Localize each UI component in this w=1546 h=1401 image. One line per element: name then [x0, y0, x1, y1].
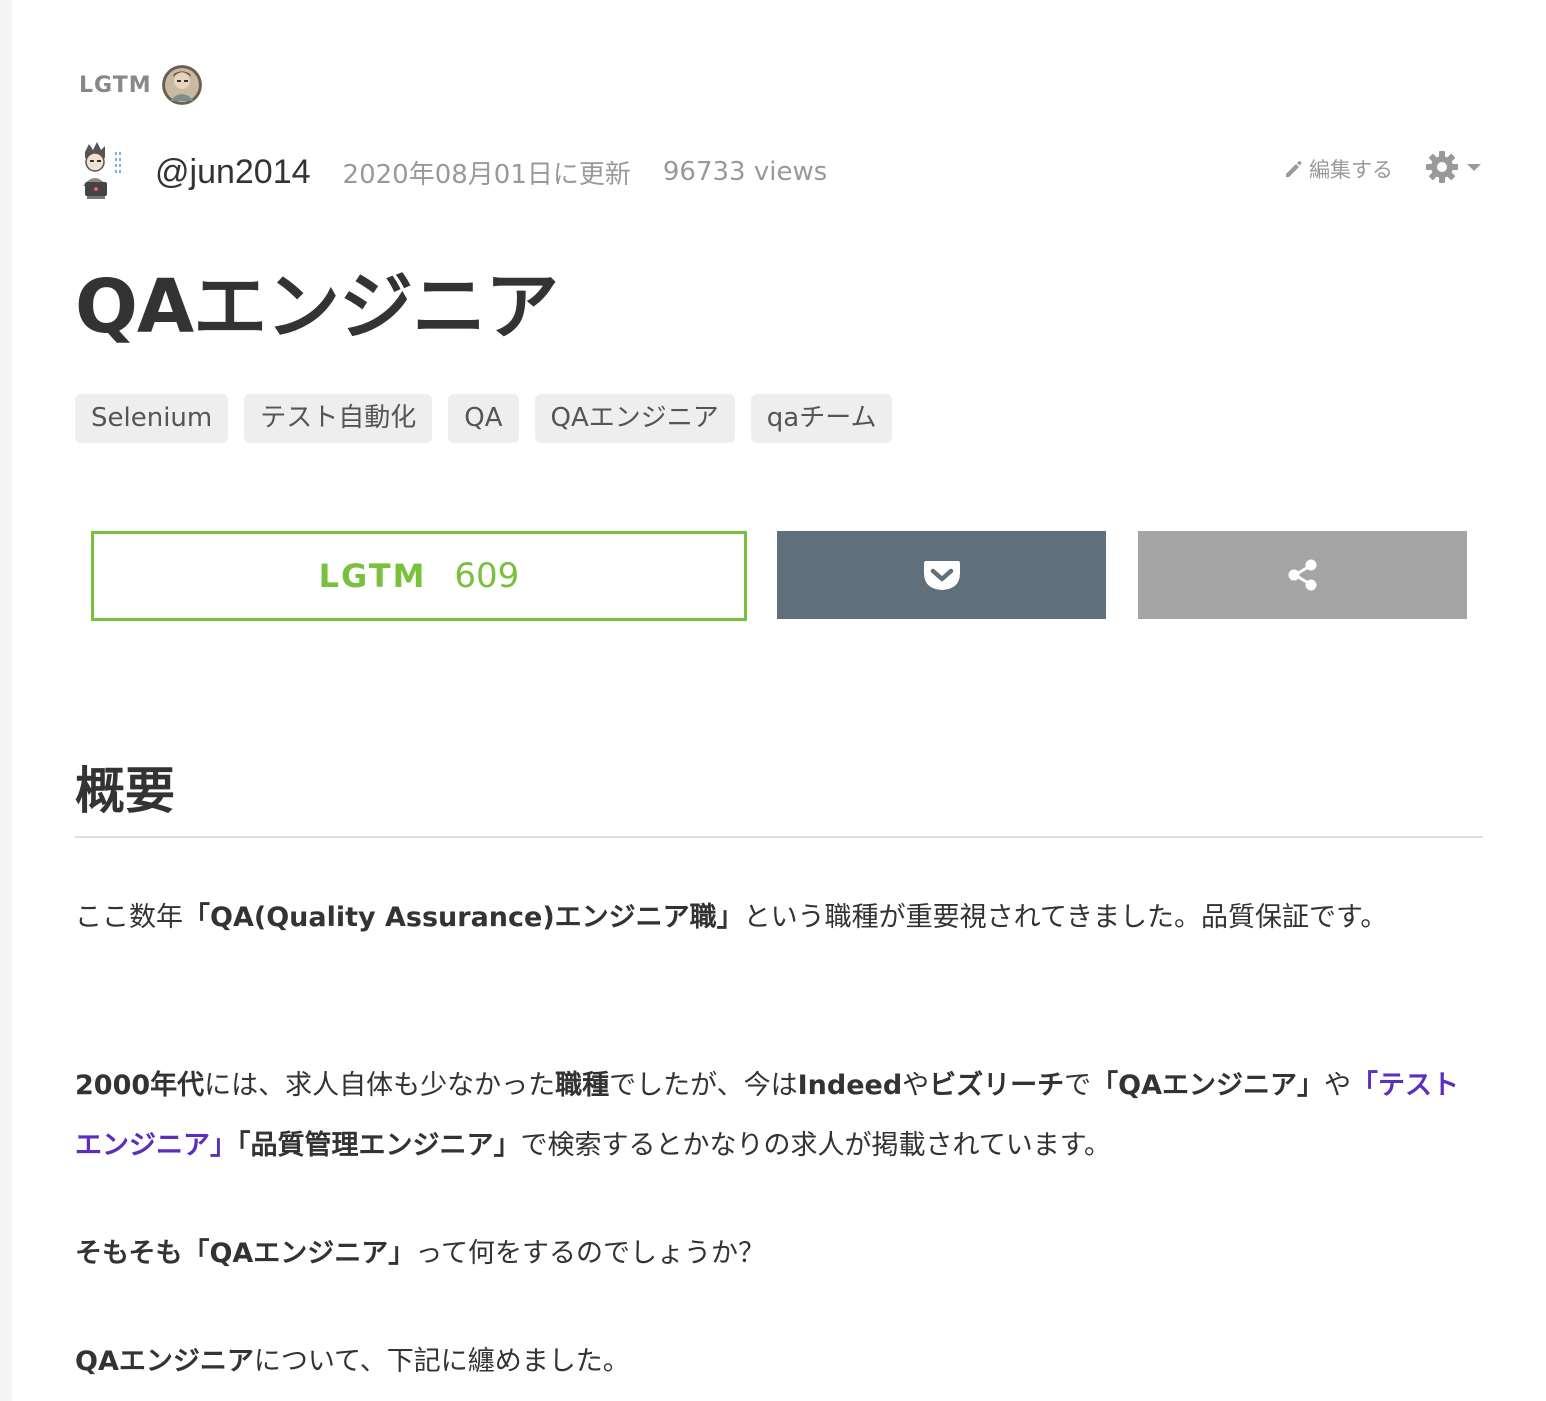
- lgtm-users-strip: LGTM: [79, 64, 202, 106]
- lgtm-button-label: LGTM: [318, 557, 427, 595]
- text-span: について、下記に纏めました。: [253, 1346, 630, 1377]
- view-count: 96733 views: [662, 157, 828, 187]
- settings-menu-button[interactable]: [1425, 150, 1483, 184]
- pocket-icon: [923, 561, 960, 590]
- bold-text: ビズリーチ: [929, 1070, 1065, 1101]
- text-span: って何をするのでしょうか？: [415, 1238, 765, 1269]
- bold-text: QAエンジニア: [75, 1346, 254, 1377]
- tag-list: Selenium テスト自動化 QA QAエンジニア qaチーム: [75, 394, 893, 443]
- paragraph-job-market: 2000年代には、求人自体も少なかった職種でしたが、今はIndeedやビズリーチ…: [75, 1056, 1483, 1176]
- article-page: LGTM @jun2014 2020年08月01日に更新 96733 views…: [12, 0, 1546, 1401]
- lgtm-button[interactable]: LGTM 609: [91, 531, 747, 621]
- text-span: や: [1324, 1070, 1352, 1101]
- caret-down-icon: [1467, 164, 1481, 171]
- text-span: ここ数年: [75, 902, 183, 933]
- tag-qa-engineer[interactable]: QAエンジニア: [534, 394, 735, 443]
- updated-date: 2020年08月01日に更新: [342, 159, 631, 190]
- tag-selenium[interactable]: Selenium: [75, 394, 229, 443]
- lgtm-users-label: LGTM: [79, 72, 152, 98]
- text-span: で検索するとかなりの求人が掲載されています。: [520, 1130, 1112, 1161]
- lgtm-count: 609: [454, 556, 520, 596]
- bold-text: 職種: [555, 1070, 610, 1101]
- article-content: LGTM @jun2014 2020年08月01日に更新 96733 views…: [75, 0, 1483, 1401]
- pencil-icon: [1286, 161, 1302, 177]
- paragraph-question: そもそも「QAエンジニア」って何をするのでしょうか？: [75, 1224, 1483, 1284]
- tag-test-automation[interactable]: テスト自動化: [244, 394, 433, 443]
- edit-button-label: 編集する: [1309, 158, 1393, 182]
- lgtm-user-avatar[interactable]: [161, 65, 202, 105]
- bold-text: 2000年代: [75, 1070, 205, 1101]
- author-avatar[interactable]: [75, 142, 131, 202]
- author-row: @jun2014 2020年08月01日に更新 96733 views 編集する: [75, 142, 1483, 202]
- edit-button[interactable]: 編集する: [1283, 154, 1393, 184]
- bold-text: 「QAエンジニア」: [1091, 1070, 1325, 1101]
- tag-qa-team[interactable]: qaチーム: [750, 394, 893, 443]
- text-span: や: [902, 1070, 930, 1101]
- text-span: でしたが、今は: [609, 1070, 798, 1101]
- paragraph-intro: ここ数年「QA(Quality Assurance)エンジニア職」という職種が重…: [75, 888, 1435, 948]
- pocket-button[interactable]: [777, 531, 1106, 619]
- text-span: には、求人自体も少なかった: [204, 1070, 556, 1101]
- bold-text: Indeed: [797, 1070, 903, 1101]
- section-heading-overview: 概要: [75, 758, 1483, 838]
- share-button[interactable]: [1138, 531, 1467, 619]
- author-name-link[interactable]: @jun2014: [155, 153, 311, 192]
- gear-icon: [1426, 151, 1458, 183]
- text-span: で: [1064, 1070, 1092, 1101]
- share-icon: [1288, 559, 1316, 591]
- tag-qa[interactable]: QA: [448, 394, 519, 443]
- article-title: QAエンジニア: [75, 264, 559, 350]
- bold-text: 「QA(Quality Assurance)エンジニア職」: [183, 902, 744, 933]
- text-span: という職種が重要視されてきました。品質保証です。: [743, 902, 1388, 933]
- bold-text: そもそも「QAエンジニア」: [75, 1238, 416, 1269]
- paragraph-summary: QAエンジニアについて、下記に纏めました。: [75, 1332, 1483, 1392]
- bold-text: 「品質管理エンジニア」: [237, 1130, 521, 1161]
